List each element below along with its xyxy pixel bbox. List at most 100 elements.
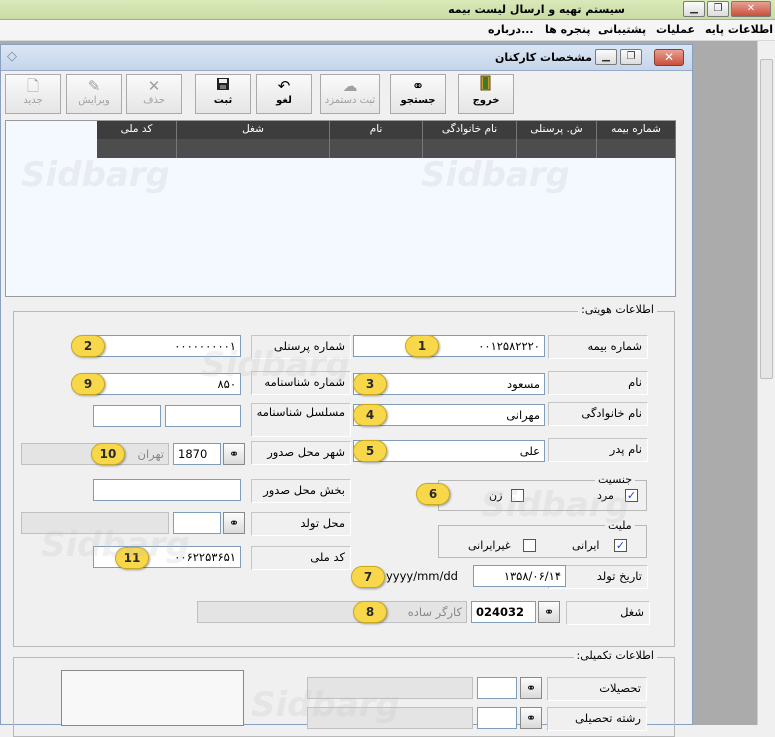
callout-badge-10: 10	[91, 443, 125, 465]
new-document-icon: 🗋	[26, 77, 40, 95]
education-label: تحصیلات	[547, 677, 647, 701]
grid-cell[interactable]	[597, 139, 676, 158]
form-minimize-button[interactable]: ▁	[595, 49, 617, 65]
employee-form-window: ◇ ▁ ❐ ✕ مشخصات کارکنان خروج ⚭ جستجو ☁ ثب…	[0, 44, 693, 737]
binoculars-icon: ⚭	[543, 605, 555, 619]
grid-header-last-name[interactable]: نام خانوادگی	[423, 121, 517, 139]
callout-badge-8: 8	[353, 601, 387, 623]
birth-place-search-button[interactable]: ⚭	[223, 512, 245, 534]
app-close-button[interactable]: ✕	[731, 1, 771, 17]
form-close-button[interactable]: ✕	[654, 49, 684, 66]
menu-item-windows[interactable]: پنجره ها	[545, 23, 590, 36]
insurance-no-label: شماره بیمه	[548, 335, 648, 359]
exit-button[interactable]: خروج	[458, 74, 514, 114]
identity-group-legend: اطلاعات هویتی:	[578, 303, 657, 316]
callout-badge-9: 9	[71, 373, 105, 395]
new-button[interactable]: 🗋 جدید	[5, 74, 61, 114]
nationality-iranian-label: ایرانی	[572, 539, 600, 552]
callout-badge-11: 11	[115, 547, 149, 569]
x-icon: ✕	[147, 77, 161, 95]
grid-header-job[interactable]: شغل	[177, 121, 330, 139]
job-name-display: کارگر ساده	[197, 601, 467, 623]
menu-item-about[interactable]: درباره...	[488, 23, 534, 36]
cloud-icon: ☁	[342, 77, 358, 95]
national-code-label: کد ملی	[251, 546, 351, 570]
edit-button[interactable]: ✎ ویرایش	[66, 74, 122, 114]
binoculars-icon: ⚭	[411, 77, 425, 95]
app-minimize-button[interactable]: ▁	[683, 1, 705, 17]
form-title-bar: ◇ ▁ ❐ ✕ مشخصات کارکنان	[1, 45, 692, 71]
callout-badge-3: 3	[353, 373, 387, 395]
birth-date-input[interactable]: ۱۳۵۸/۰۶/۱۴	[473, 565, 566, 587]
grid-header-personnel-no[interactable]: ش. پرسنلی	[517, 121, 597, 139]
grid-cell[interactable]	[97, 139, 177, 158]
cert-serial-label: مسلسل شناسنامه	[251, 403, 351, 437]
job-search-button[interactable]: ⚭	[538, 601, 560, 623]
floppy-disk-icon	[196, 75, 250, 95]
nationality-legend: ملیت	[605, 519, 635, 532]
issue-district-input[interactable]	[93, 479, 241, 501]
grid-header-national-code[interactable]: کد ملی	[97, 121, 177, 139]
issue-city-label: شهر محل صدور	[251, 441, 351, 465]
field-of-study-code-input[interactable]	[477, 707, 517, 729]
binoculars-icon: ⚭	[228, 447, 240, 461]
employees-grid[interactable]: شماره بیمه ش. پرسنلی نام خانوادگی نام شغ…	[5, 120, 676, 297]
exit-door-icon	[459, 75, 513, 95]
grid-cell[interactable]	[517, 139, 597, 158]
personnel-no-label: شماره پرسنلی	[251, 335, 351, 359]
issue-city-search-button[interactable]: ⚭	[223, 443, 245, 465]
gender-female-label: زن	[489, 489, 503, 502]
vertical-scrollbar[interactable]	[757, 41, 775, 725]
form-restore-button[interactable]: ❐	[620, 49, 642, 65]
grid-cell[interactable]	[423, 139, 517, 158]
menu-bar: اطلاعات پایه عملیات پشتیبانی پنجره ها در…	[0, 20, 775, 41]
binoculars-icon: ⚭	[228, 516, 240, 530]
gender-male-label: مرد	[597, 489, 614, 502]
nationality-iranian-checkbox[interactable]: ✓	[614, 539, 627, 552]
birth-date-format-hint: yyyy/mm/dd	[386, 569, 458, 583]
callout-badge-5: 5	[353, 440, 387, 462]
field-of-study-label: رشته تحصیلی	[547, 707, 647, 731]
callout-badge-6: 6	[416, 483, 450, 505]
gender-male-checkbox[interactable]: ✓	[625, 489, 638, 502]
birth-place-name-display	[21, 512, 169, 534]
menu-item-support[interactable]: پشتیبانی	[598, 23, 646, 36]
menu-item-base-info[interactable]: اطلاعات پایه	[705, 23, 773, 36]
cert-serial-input-2[interactable]	[93, 405, 161, 427]
photo-box[interactable]	[61, 670, 244, 726]
callout-badge-1: 1	[405, 335, 439, 357]
app-title: سیستم تهیه و ارسال لیست بیمه	[448, 3, 625, 16]
last-name-label: نام خانوادگی	[548, 402, 648, 426]
grid-cell[interactable]	[177, 139, 330, 158]
grid-header-insurance-no[interactable]: شماره بیمه	[597, 121, 676, 139]
personnel-no-input[interactable]: ۰۰۰۰۰۰۰۰۰۱	[93, 335, 241, 357]
app-restore-button[interactable]: ❐	[707, 1, 729, 17]
search-button[interactable]: ⚭ جستجو	[390, 74, 446, 114]
issue-district-label: بخش محل صدور	[251, 479, 351, 503]
nationality-non-iranian-checkbox[interactable]	[523, 539, 536, 552]
birth-cert-no-input[interactable]: ۸۵۰	[93, 373, 241, 395]
save-button[interactable]: ثبت	[195, 74, 251, 114]
undo-button[interactable]: ↶ لغو	[256, 74, 312, 114]
scrollbar-thumb[interactable]	[760, 59, 773, 379]
grid-cell[interactable]	[330, 139, 423, 158]
birth-place-code-input[interactable]	[173, 512, 221, 534]
temp-save-button[interactable]: ☁ ثبت دستمزد	[320, 74, 380, 114]
birth-cert-no-label: شماره شناسنامه	[251, 371, 351, 395]
edit-icon: ✎	[87, 77, 101, 95]
education-code-input[interactable]	[477, 677, 517, 699]
menu-item-operations[interactable]: عملیات	[656, 23, 695, 36]
education-search-button[interactable]: ⚭	[520, 677, 542, 699]
app-title-bar: ▁ ❐ ✕ سیستم تهیه و ارسال لیست بیمه	[0, 0, 775, 20]
delete-button[interactable]: ✕ حذف	[126, 74, 182, 114]
cert-serial-input-1[interactable]	[165, 405, 241, 427]
gender-female-checkbox[interactable]	[511, 489, 524, 502]
grid-header-first-name[interactable]: نام	[330, 121, 423, 139]
education-name-display	[307, 677, 473, 699]
issue-city-code-input[interactable]: 1870	[173, 443, 221, 465]
binoculars-icon: ⚭	[525, 711, 537, 725]
insurance-no-input[interactable]: ۰۰۱۲۵۸۲۲۲۰	[353, 335, 545, 357]
job-code-input[interactable]: 024032	[471, 601, 536, 623]
birth-place-label: محل تولد	[251, 512, 351, 536]
field-of-study-search-button[interactable]: ⚭	[520, 707, 542, 729]
